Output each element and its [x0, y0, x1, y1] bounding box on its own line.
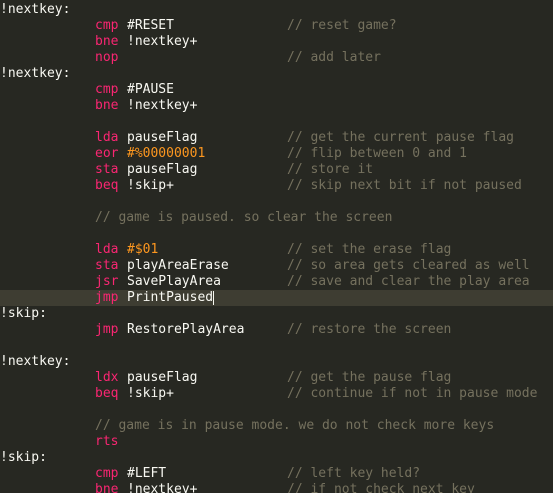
code-comment: // left key held? [287, 466, 421, 481]
code-comment: // skip next bit if not paused [287, 178, 522, 193]
code-line[interactable]: eor #%00000001 // flip between 0 and 1 [0, 146, 553, 162]
code-label: !nextkey: [0, 66, 71, 81]
code-operand: RestorePlayArea [127, 322, 245, 337]
code-mnemonic: sta [95, 162, 119, 177]
code-operand: #%00000001 [127, 146, 206, 161]
code-operand: !skip+ [127, 386, 174, 401]
code-comment: // flip between 0 and 1 [287, 146, 468, 161]
code-comment: // store it [287, 162, 374, 177]
code-mnemonic: cmp [95, 466, 119, 481]
code-label: !nextkey: [0, 2, 71, 17]
code-mnemonic: beq [95, 386, 119, 401]
code-mnemonic: eor [95, 146, 119, 161]
code-line[interactable]: beq !skip+ // continue if not in pause mod… [0, 386, 553, 402]
code-comment: // continue if not in pause mode [287, 386, 538, 401]
code-mnemonic: beq [95, 178, 119, 193]
code-mnemonic: nop [95, 50, 119, 65]
code-line[interactable]: beq !skip+ // skip next bit if not paused [0, 178, 553, 194]
code-mnemonic: jsr [95, 274, 119, 289]
code-operand: pauseFlag [127, 370, 198, 385]
code-operand: !skip+ [127, 178, 174, 193]
code-mnemonic: jmp [95, 290, 119, 305]
code-line[interactable]: !nextkey: [0, 354, 553, 370]
code-line[interactable] [0, 194, 553, 210]
code-comment: // add later [287, 50, 381, 65]
code-line[interactable] [0, 226, 553, 242]
code-comment: // so area gets cleared as well [287, 258, 530, 273]
code-line[interactable]: cmp #LEFT // left key held? [0, 466, 553, 482]
code-line[interactable]: sta playAreaErase // so area gets cleared … [0, 258, 553, 274]
code-line[interactable]: lda #$01 // set the erase flag [0, 242, 553, 258]
code-line[interactable]: ldx pauseFlag // get the pause flag [0, 370, 553, 386]
code-line[interactable]: // game is in pause mode. we do not chec… [0, 418, 553, 434]
code-comment: // game is paused. so clear the screen [95, 210, 393, 225]
code-mnemonic: lda [95, 130, 119, 145]
code-line[interactable] [0, 114, 553, 130]
code-operand: PrintPaused [127, 290, 214, 305]
code-operand: !nextkey+ [127, 98, 198, 113]
code-comment: // reset game? [287, 18, 397, 33]
code-label: !skip: [0, 450, 47, 465]
code-line[interactable]: bne !nextkey+ [0, 34, 553, 50]
code-line[interactable]: cmp #PAUSE [0, 82, 553, 98]
code-operand: pauseFlag [127, 162, 198, 177]
code-mnemonic: ldx [95, 370, 119, 385]
code-editor[interactable]: !nextkey: cmp #RESET // reset game? bne !next… [0, 0, 553, 493]
code-line[interactable]: nop // add later [0, 50, 553, 66]
code-mnemonic: bne [95, 98, 119, 113]
code-line[interactable]: rts [0, 434, 553, 450]
code-line[interactable]: !nextkey: [0, 2, 553, 18]
code-mnemonic: jmp [95, 322, 119, 337]
code-line[interactable] [0, 338, 553, 354]
code-operand: SavePlayArea [127, 274, 221, 289]
code-comment: // if not check next key [287, 482, 475, 493]
code-line[interactable]: jsr SavePlayArea // save and clear the pla… [0, 274, 553, 290]
code-line[interactable]: jmp PrintPaused [0, 290, 553, 306]
code-line[interactable]: lda pauseFlag // get the current pause fla… [0, 130, 553, 146]
code-mnemonic: cmp [95, 18, 119, 33]
code-operand: #PAUSE [127, 82, 174, 97]
code-comment: // get the pause flag [287, 370, 452, 385]
code-line[interactable]: bne !nextkey+ // if not check next key [0, 482, 553, 493]
code-comment: // save and clear the play area [287, 274, 530, 289]
code-line[interactable]: bne !nextkey+ [0, 98, 553, 114]
code-operand: pauseFlag [127, 130, 198, 145]
code-comment: // restore the screen [287, 322, 452, 337]
code-line[interactable]: cmp #RESET // reset game? [0, 18, 553, 34]
code-operand: playAreaErase [127, 258, 229, 273]
code-comment: // set the erase flag [287, 242, 452, 257]
code-comment: // get the current pause flag [287, 130, 514, 145]
code-mnemonic: bne [95, 482, 119, 493]
code-line[interactable]: !nextkey: [0, 66, 553, 82]
code-line[interactable]: jmp RestorePlayArea // restore the screen [0, 322, 553, 338]
code-mnemonic: sta [95, 258, 119, 273]
code-line[interactable]: // game is paused. so clear the screen [0, 210, 553, 226]
code-line[interactable]: !skip: [0, 450, 553, 466]
code-line[interactable]: !skip: [0, 306, 553, 322]
code-label: !skip: [0, 306, 47, 321]
code-operand: #LEFT [127, 466, 167, 481]
code-mnemonic: cmp [95, 82, 119, 97]
code-mnemonic: bne [95, 34, 119, 49]
code-comment: // game is in pause mode. we do not chec… [95, 418, 495, 433]
code-mnemonic: lda [95, 242, 119, 257]
code-operand: !nextkey+ [127, 482, 198, 493]
code-line[interactable] [0, 402, 553, 418]
code-operand: !nextkey+ [127, 34, 198, 49]
code-operand: #$01 [127, 242, 159, 257]
text-cursor [213, 291, 215, 305]
code-label: !nextkey: [0, 354, 71, 369]
code-line[interactable]: sta pauseFlag // store it [0, 162, 553, 178]
code-operand: #RESET [127, 18, 174, 33]
code-mnemonic: rts [95, 434, 119, 449]
